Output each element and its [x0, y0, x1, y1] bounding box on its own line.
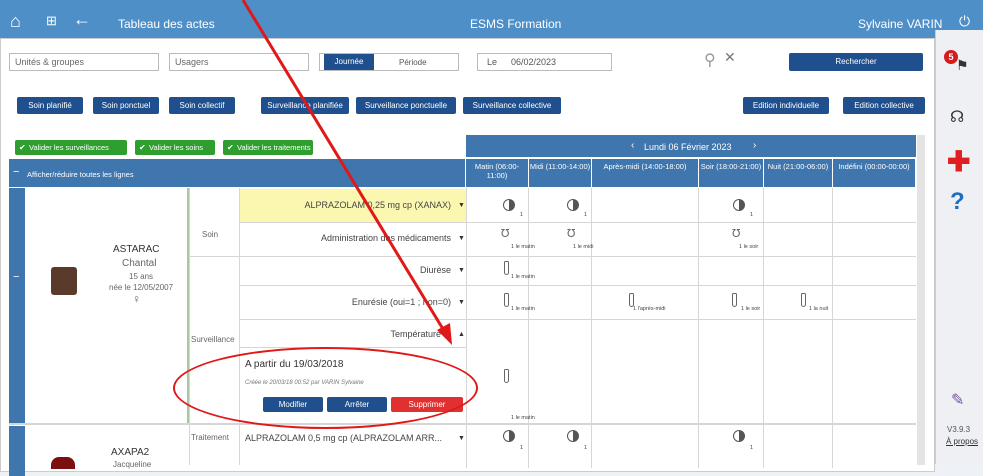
signature-icon[interactable]: ✎: [951, 390, 964, 410]
flag-icon[interactable]: ⚑: [956, 57, 969, 74]
version-label: V3.9.3: [947, 425, 971, 434]
annotation-arrow: [241, 0, 452, 345]
medical-cross-icon[interactable]: ✚: [947, 148, 970, 176]
about-link[interactable]: À propos: [946, 437, 978, 446]
right-sidebar: 5 ⚑ ☊ ✚ ? ✎ V3.9.3 À propos: [935, 30, 983, 464]
support-headset-icon[interactable]: ☊: [950, 107, 964, 127]
help-icon[interactable]: ?: [950, 188, 965, 216]
